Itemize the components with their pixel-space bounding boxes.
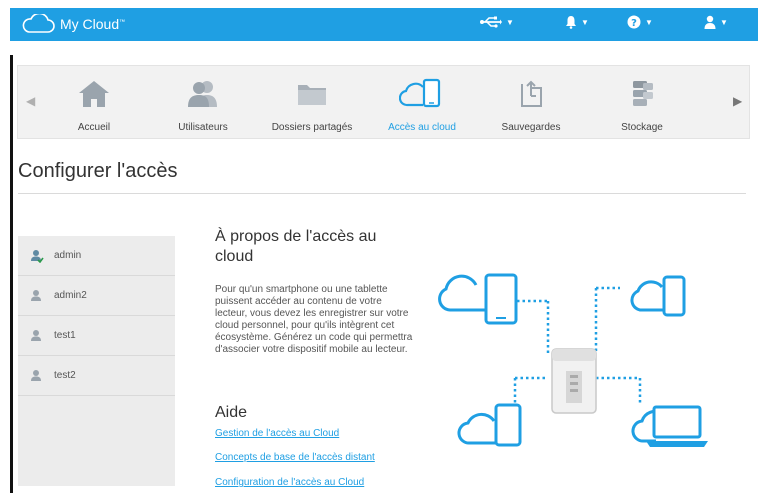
user-list-item[interactable]: admin: [18, 236, 175, 276]
user-menu[interactable]: ▼: [704, 15, 728, 29]
user-list-item[interactable]: test1: [18, 316, 175, 356]
storage-icon: [633, 81, 653, 106]
app-title: My Cloud: [60, 16, 120, 32]
notifications-menu[interactable]: ▼: [565, 15, 589, 29]
folder-icon: [298, 85, 326, 105]
logo[interactable]: My Cloud™: [21, 14, 125, 34]
nav-item-dossiers-partages[interactable]: Dossiers partagés: [258, 74, 366, 133]
top-caption-strip: [0, 0, 765, 8]
nav-item-acces-au-cloud[interactable]: Accès au cloud: [368, 74, 476, 133]
user-list: admin admin2 test1 test2: [18, 236, 175, 486]
laptop-cloud-bottom-right-icon: [631, 405, 708, 447]
cloud-logo-icon: [22, 14, 55, 33]
about-title: À propos de l'accès au cloud: [215, 228, 377, 265]
nav-label: Accès au cloud: [388, 122, 456, 133]
phone-cloud-top-right-icon: [630, 275, 686, 317]
nav-label: Dossiers partagés: [271, 122, 353, 133]
tablet-cloud-bottom-left-icon: [457, 403, 522, 447]
nav-item-sauvegardes[interactable]: Sauvegardes: [477, 74, 585, 133]
svg-text:?: ?: [631, 18, 637, 29]
nav-label: Accueil: [77, 122, 111, 133]
users-icon: [188, 81, 217, 107]
user-icon: [31, 329, 41, 341]
chevron-down-icon: ▼: [581, 17, 589, 27]
home-icon: [79, 81, 109, 107]
nav-item-utilisateurs[interactable]: Utilisateurs: [149, 74, 257, 133]
app-window: My Cloud™ ▼ ▼ ? ▼ ▼ ◀ Accueil Utilisateu…: [10, 8, 758, 493]
admin-user-icon: [31, 249, 44, 263]
user-name: admin: [54, 250, 82, 261]
usb-icon: [480, 16, 502, 28]
user-list-item[interactable]: test2: [18, 356, 175, 396]
nav-label: Sauvegardes: [501, 122, 561, 133]
cloud-access-illustration: [438, 273, 708, 447]
chevron-down-icon: ▼: [720, 17, 728, 27]
page-title: Configurer l'accès: [18, 160, 178, 182]
user-icon: [31, 369, 41, 381]
user-name: admin2: [54, 290, 87, 301]
user-icon: [704, 15, 716, 29]
nav-left-arrow-icon[interactable]: ◀: [26, 94, 35, 108]
user-name: test1: [54, 330, 76, 341]
help-icon: ?: [627, 15, 641, 29]
tablet-cloud-top-left-icon: [438, 273, 518, 325]
nas-device-icon: [551, 348, 597, 414]
chevron-down-icon: ▼: [645, 17, 653, 27]
top-bar: My Cloud™ ▼ ▼ ? ▼ ▼: [10, 8, 758, 41]
window-edge: [10, 55, 13, 493]
help-link-configuration[interactable]: Configuration de l'accès au Cloud: [215, 477, 364, 488]
backup-icon: [521, 80, 542, 107]
help-title: Aide: [215, 404, 248, 421]
help-link-gestion[interactable]: Gestion de l'accès au Cloud: [215, 428, 339, 439]
user-icon: [31, 289, 41, 301]
help-menu[interactable]: ? ▼: [627, 15, 653, 29]
chevron-down-icon: ▼: [506, 17, 514, 27]
usb-menu[interactable]: ▼: [480, 15, 514, 29]
nav-label: Stockage: [621, 122, 663, 133]
main-nav: ◀ Accueil Utilisateurs Dossiers partagés…: [17, 65, 750, 139]
nav-item-accueil[interactable]: Accueil: [40, 74, 148, 133]
user-name: test2: [54, 370, 76, 381]
user-list-item[interactable]: admin2: [18, 276, 175, 316]
about-text: Pour qu'un smartphone ou une tablette pu…: [215, 284, 413, 355]
cloud-device-icon: [399, 78, 441, 108]
nav-right-arrow-icon[interactable]: ▶: [733, 94, 742, 108]
divider: [18, 193, 746, 194]
help-link-concepts[interactable]: Concepts de base de l'accès distant: [215, 452, 375, 463]
bell-icon: [566, 16, 576, 29]
nav-item-stockage[interactable]: Stockage: [588, 74, 696, 133]
nav-label: Utilisateurs: [178, 122, 228, 133]
trademark: ™: [119, 19, 126, 26]
